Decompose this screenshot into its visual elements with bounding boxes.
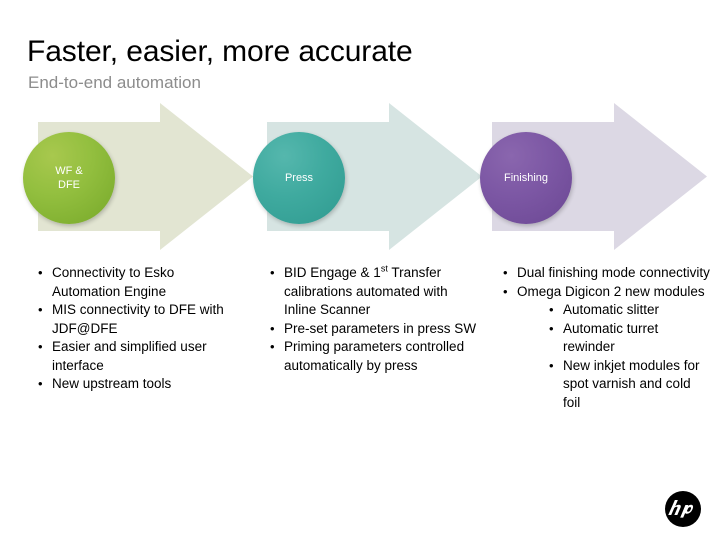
hp-logo-circle xyxy=(665,491,701,527)
list-item: Connectivity to Esko Automation Engine xyxy=(30,264,245,301)
stage-circle-wf-dfe: WF & DFE xyxy=(23,132,115,224)
slide: Faster, easier, more accurate End-to-end… xyxy=(0,0,720,540)
list-item: Pre-set parameters in press SW xyxy=(262,320,477,339)
stage-circle-label-press: Press xyxy=(279,171,319,185)
bullet-text: Omega Digicon 2 new modules xyxy=(517,283,710,302)
list-item: Priming parameters controlled automatica… xyxy=(262,338,477,375)
sub-list-item: Automatic slitter xyxy=(549,301,710,320)
list-item: Easier and simplified user interface xyxy=(30,338,245,375)
detail-column-finishing: Dual finishing mode connectivity Omega D… xyxy=(495,264,710,412)
bullet-text: New upstream tools xyxy=(52,375,245,394)
list-item: BID Engage & 1st Transfer calibrations a… xyxy=(262,264,477,320)
list-item: Dual finishing mode connectivity xyxy=(495,264,710,283)
stage-label-line1: Press xyxy=(284,172,314,184)
bullet-text: Easier and simplified user interface xyxy=(52,338,245,375)
detail-column-press: BID Engage & 1st Transfer calibrations a… xyxy=(262,264,477,375)
hp-logo xyxy=(664,490,702,528)
detail-columns: Connectivity to Esko Automation Engine M… xyxy=(0,264,720,494)
stage-circle-press: Press xyxy=(253,132,345,224)
bullet-text: MIS connectivity to DFE with JDF@DFE xyxy=(52,301,245,338)
sub-list-item: New inkjet modules for spot varnish and … xyxy=(549,357,710,413)
sub-bullet-list-finishing: Automatic slitter Automatic turret rewin… xyxy=(517,301,710,412)
bullet-text: Priming parameters controlled automatica… xyxy=(284,338,477,375)
stage-label-line2: DFE xyxy=(58,179,80,191)
bullet-text-part: BID Engage & 1 xyxy=(284,265,381,280)
list-item: New upstream tools xyxy=(30,375,245,394)
stage-circle-label-finishing: Finishing xyxy=(498,171,554,185)
stage-circle-finishing: Finishing xyxy=(480,132,572,224)
bullet-text: Dual finishing mode connectivity xyxy=(517,264,710,283)
bullet-text: Pre-set parameters in press SW xyxy=(284,320,477,339)
detail-column-wf-dfe: Connectivity to Esko Automation Engine M… xyxy=(30,264,245,394)
stage-label-line1: WF & xyxy=(55,165,83,177)
ordinal-suffix: st xyxy=(380,263,388,274)
stage-label-line1: Finishing xyxy=(503,172,549,184)
bullet-text: BID Engage & 1st Transfer calibrations a… xyxy=(284,264,477,320)
bullet-list-finishing: Dual finishing mode connectivity Omega D… xyxy=(495,264,710,412)
bullet-list-wf-dfe: Connectivity to Esko Automation Engine M… xyxy=(30,264,245,394)
list-item: Omega Digicon 2 new modules Automatic sl… xyxy=(495,283,710,413)
bullet-text: Connectivity to Esko Automation Engine xyxy=(52,264,245,301)
sub-list-item: Automatic turret rewinder xyxy=(549,320,710,357)
stage-circle-label-wf-dfe: WF & DFE xyxy=(49,164,89,192)
process-arrow-band: WF & DFE Press Finishing xyxy=(0,0,720,270)
bullet-list-press: BID Engage & 1st Transfer calibrations a… xyxy=(262,264,477,375)
list-item: MIS connectivity to DFE with JDF@DFE xyxy=(30,301,245,338)
